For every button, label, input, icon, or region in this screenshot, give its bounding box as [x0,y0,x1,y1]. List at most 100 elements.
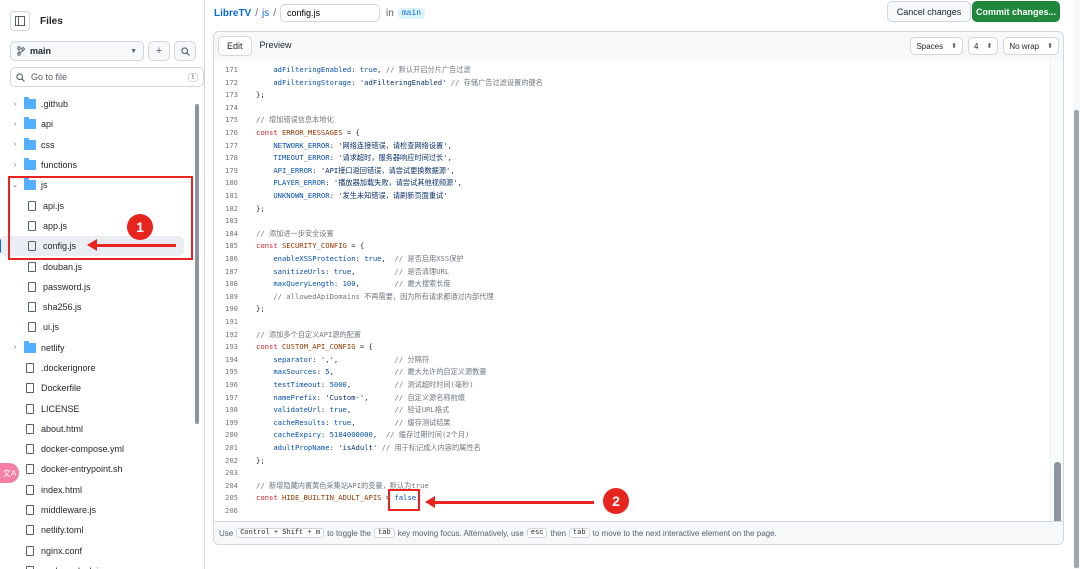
filename-input[interactable] [280,4,381,22]
folder-link[interactable]: js [262,8,269,19]
file-item[interactable]: password.js [0,277,196,297]
code-line[interactable]: 180 PLAYER_ERROR: '播放器加载失败，请尝试其他视频源', [214,177,1051,190]
branch-selector[interactable]: main ▼ [10,41,144,61]
chevron-right-icon[interactable]: › [10,162,20,169]
code-line[interactable]: 185 const SECURITY_CONFIG = { [214,240,1051,253]
line-text: TIMEOUT_ERROR: '请求超时，服务器响应时间过长', [273,153,452,163]
file-item[interactable]: about.html [0,419,196,439]
code-line[interactable]: 186 enableXSSProtection: true, // 是否启用XS… [214,253,1051,266]
file-item[interactable]: middleware.js [0,500,196,520]
tab-edit[interactable]: Edit [218,36,252,56]
chevron-down-icon: ▼ [130,47,137,55]
code-line[interactable]: 200 cacheExpiry: 5184000000, // 缓存过期时间(2… [214,429,1051,442]
file-item[interactable]: docker-entrypoint.sh [0,459,196,479]
repo-link[interactable]: LibreTV [214,8,251,19]
editor-options: Spaces ⬍ 4 ⬍ No wrap ⬍ [910,37,1059,55]
code-line[interactable]: 192 // 添加多个自定义API源的配置 [214,329,1051,342]
code-line[interactable]: 204// 新增隐藏内置黄色采集站API的变量，默认为true [214,480,1051,493]
chevron-right-icon[interactable]: › [10,121,20,128]
editor-scrollbar[interactable] [1050,60,1063,538]
code-line[interactable]: 184 // 添加进一步安全设置 [214,228,1051,241]
cancel-changes-button[interactable]: Cancel changes [887,1,971,22]
line-text: PLAYER_ERROR: '播放器加载失败，请尝试其他视频源', [273,178,462,188]
code-line[interactable]: 171 adFilteringEnabled: true, // 默认开启分片广… [214,64,1051,77]
file-item[interactable]: docker-compose.yml [0,439,196,459]
page-scrollbar[interactable] [1074,110,1079,568]
folder-item[interactable]: › functions [0,155,196,175]
tree-item-label: css [41,139,55,150]
line-text: }; [256,304,265,314]
file-item[interactable]: LICENSE [0,398,196,418]
code-line[interactable]: 194 separator: ',', // 分隔符 [214,354,1051,367]
add-file-button[interactable]: + [148,41,170,61]
folder-item[interactable]: › css [0,135,196,155]
indent-mode-select[interactable]: Spaces ⬍ [910,37,963,55]
collapse-sidebar-button[interactable] [10,11,30,31]
code-line[interactable]: 202}; [214,455,1051,468]
code-line[interactable]: 199 cacheResults: true, // 缓存测试结果 [214,417,1051,430]
code-line[interactable]: 197 namePrefix: 'Custom-', // 自定义源名称前缀 [214,392,1051,405]
code-line[interactable]: 188 maxQueryLength: 100, // 最大搜索长度 [214,278,1051,291]
folder-item[interactable]: › api [0,114,196,134]
go-to-file-input[interactable]: Go to file t [10,67,204,87]
tab-preview[interactable]: Preview [252,36,300,54]
file-icon [26,484,34,495]
wrap-mode-select[interactable]: No wrap ⬍ [1003,37,1059,55]
code-line[interactable]: 203 [214,467,1051,480]
line-text: const CUSTOM_API_CONFIG = { [256,342,373,352]
code-line[interactable]: 176 const ERROR_MESSAGES = { [214,127,1051,140]
code-line[interactable]: 198 validateUrl: true, // 验证URL格式 [214,404,1051,417]
tree-item-label: functions [41,160,78,171]
line-text: separator: ',', // 分隔符 [273,354,430,364]
file-item[interactable]: Dockerfile [0,378,196,398]
code-line[interactable]: 189 // allowedApiDomains 不再需要，因为所有请求都通过内… [214,291,1051,304]
code-line[interactable]: 195 maxSources: 5, // 最大允许的自定义源数量 [214,366,1051,379]
file-item[interactable]: package-lock.json [0,561,196,569]
file-item[interactable]: ui.js [0,317,196,337]
file-item[interactable]: .dockerignore [0,358,196,378]
indent-mode-value: Spaces [916,41,944,51]
line-text: UNKNOWN_ERROR: '发生未知错误，请刷新页面重试' [273,191,448,200]
code-line[interactable]: 178 TIMEOUT_ERROR: '请求超时，服务器响应时间过长', [214,152,1051,165]
line-number: 188 [225,279,238,289]
chevron-right-icon[interactable]: › [10,141,20,148]
code-line[interactable]: 182}; [214,203,1051,216]
code-line[interactable]: 187 sanitizeUrls: true, // 是否清理URL [214,266,1051,279]
folder-icon [24,158,36,171]
sidebar-scrollbar[interactable] [195,104,199,424]
folder-item[interactable]: › netlify [0,338,196,358]
code-line[interactable]: 177 NETWORK_ERROR: '网络连接错误，请检查网络设置', [214,140,1051,153]
tree-item-label: douban.js [43,261,83,272]
footer-text: then [550,528,567,538]
folder-item[interactable]: › .github [0,94,196,114]
code-line[interactable]: 174 [214,102,1051,115]
code-line[interactable]: 193 const CUSTOM_API_CONFIG = { [214,341,1051,354]
translate-extension-button[interactable]: 文A [0,463,19,483]
file-item[interactable]: index.html [0,480,196,500]
code-line[interactable]: 205 const HIDE_BUILTIN_ADULT_APIS = false… [214,492,1051,505]
code-line[interactable]: 183 [214,215,1051,228]
code-line[interactable]: 179 API_ERROR: 'API接口返回错误，请尝试更换数据源', [214,165,1051,178]
chevron-right-icon[interactable]: › [10,344,20,351]
code-line[interactable]: 175 // 增加错误信息本地化 [214,114,1051,127]
code-line[interactable]: 191 [214,316,1051,329]
code-line[interactable]: 172 adFilteringStorage: 'adFilteringEnab… [214,77,1051,90]
code-line[interactable]: 201 adultPropName: 'isAdult' // 用于标记成人内容… [214,442,1051,455]
tree-item-label: sha256.js [43,302,82,313]
file-item[interactable]: netlify.toml [0,520,196,540]
chevron-right-icon[interactable]: › [10,101,20,108]
file-item[interactable]: nginx.conf [0,541,196,561]
code-line[interactable]: 190}; [214,303,1051,316]
indent-size-select[interactable]: 4 ⬍ [968,37,999,55]
code-area[interactable]: 171 adFilteringEnabled: true, // 默认开启分片广… [214,60,1051,522]
file-item[interactable]: sha256.js [0,297,196,317]
code-line[interactable]: 173}; [214,89,1051,102]
line-text: NETWORK_ERROR: '网络连接错误，请检查网络设置', [273,140,452,150]
search-button[interactable] [174,41,196,61]
code-line[interactable]: 181 UNKNOWN_ERROR: '发生未知错误，请刷新页面重试' [214,190,1051,203]
code-line[interactable]: 196 testTimeout: 5000, // 测试超时时间(毫秒) [214,379,1051,392]
code-editor: Edit Preview Spaces ⬍ 4 ⬍ No wrap ⬍ 171 adF… [213,31,1064,545]
commit-changes-button[interactable]: Commit changes... [972,1,1060,22]
step-badge-2: 2 [603,488,629,514]
code-line[interactable]: 206 [214,505,1051,518]
